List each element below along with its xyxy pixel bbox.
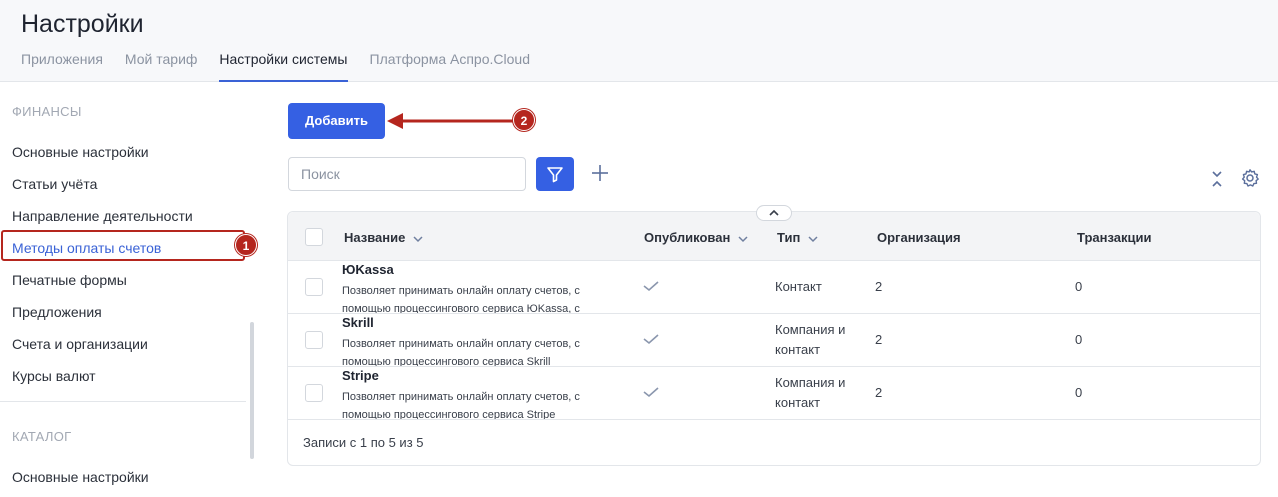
sidebar-divider (0, 401, 246, 402)
sidebar-item-accounting-items[interactable]: Статьи учёта (12, 176, 97, 192)
row-transactions: 0 (1075, 332, 1083, 347)
column-published[interactable]: Опубликован (644, 230, 748, 245)
add-button[interactable]: Добавить (288, 103, 385, 139)
sidebar-item-catalog-main-settings[interactable]: Основные настройки (12, 469, 149, 485)
gear-icon[interactable] (1240, 168, 1260, 188)
check-icon (643, 281, 659, 292)
page-header: Настройки Приложения Мой тариф Настройки… (0, 0, 1278, 82)
table-row[interactable]: Stripe Позволяет принимать онлайн оплату… (288, 367, 1260, 420)
column-name[interactable]: Название (344, 230, 423, 245)
chevron-down-icon (808, 236, 818, 242)
row-org: 2 (875, 332, 883, 347)
table-row[interactable]: Skrill Позволяет принимать онлайн оплату… (288, 314, 1260, 367)
payment-methods-table: Название Опубликован Тип Организация Тра… (287, 205, 1261, 466)
row-checkbox[interactable] (305, 331, 323, 349)
tab-system-settings[interactable]: Настройки системы (219, 50, 348, 82)
annotation-arrow-icon (387, 113, 513, 129)
column-transactions: Транзакции (1077, 230, 1152, 245)
row-name: ЮKassa (342, 262, 394, 277)
row-name: Stripe (342, 368, 379, 383)
page-title: Настройки (21, 10, 144, 38)
sidebar-item-main-settings[interactable]: Основные настройки (12, 144, 149, 160)
column-type[interactable]: Тип (777, 230, 818, 245)
highlight-box (1, 230, 245, 261)
plus-icon[interactable] (589, 162, 611, 184)
check-icon (643, 387, 659, 398)
sidebar-item-accounts-orgs[interactable]: Счета и организации (12, 336, 148, 352)
row-org: 2 (875, 279, 883, 294)
tab-apps[interactable]: Приложения (21, 50, 103, 82)
column-name-label: Название (344, 230, 406, 245)
chevron-up-icon (769, 209, 779, 216)
tab-platform[interactable]: Платформа Аспро.Cloud (370, 50, 530, 82)
column-org: Организация (877, 230, 961, 245)
row-org: 2 (875, 385, 883, 400)
toggle-header-button[interactable] (756, 205, 792, 221)
row-checkbox[interactable] (305, 278, 323, 296)
table-row[interactable]: ЮKassa Позволяет принимать онлайн оплату… (288, 261, 1260, 314)
column-type-label: Тип (777, 230, 801, 245)
tabs-bar: Приложения Мой тариф Настройки системы П… (21, 50, 552, 82)
row-type: Компания и контакт (775, 322, 846, 357)
row-description: Позволяет принимать онлайн оплату счетов… (342, 391, 580, 420)
search-input[interactable]: Поиск (288, 157, 526, 191)
sidebar-section-catalog: КАТАЛОГ (12, 429, 72, 444)
chevron-down-icon (413, 236, 423, 242)
row-description: Позволяет принимать онлайн оплату счетов… (342, 285, 580, 314)
sidebar-item-currency-rates[interactable]: Курсы валют (12, 368, 96, 384)
sidebar-item-offers[interactable]: Предложения (12, 304, 102, 320)
annotation-badge-2: 2 (513, 109, 535, 131)
sidebar-item-business-direction[interactable]: Направление деятельности (12, 208, 193, 224)
row-transactions: 0 (1075, 385, 1083, 400)
filter-icon (547, 167, 563, 183)
sidebar: ФИНАНСЫ Основные настройки Статьи учёта … (0, 83, 262, 497)
row-checkbox[interactable] (305, 384, 323, 402)
row-type: Компания и контакт (775, 375, 846, 410)
row-transactions: 0 (1075, 279, 1083, 294)
filter-button[interactable] (536, 157, 574, 191)
collapse-icon[interactable] (1208, 169, 1226, 189)
sidebar-section-finance: ФИНАНСЫ (12, 104, 82, 119)
chevron-down-icon (738, 236, 748, 242)
sidebar-item-print-forms[interactable]: Печатные формы (12, 272, 127, 288)
row-name: Skrill (342, 315, 374, 330)
row-type: Контакт (775, 279, 822, 294)
annotation-badge-1: 1 (235, 234, 257, 256)
sidebar-scrollbar[interactable] (250, 322, 254, 459)
check-icon (643, 334, 659, 345)
tab-my-plan[interactable]: Мой тариф (125, 50, 197, 82)
select-all-checkbox[interactable] (305, 228, 323, 246)
column-published-label: Опубликован (644, 230, 731, 245)
pagination-info: Записи с 1 по 5 из 5 (303, 435, 424, 450)
row-description: Позволяет принимать онлайн оплату счетов… (342, 338, 580, 367)
